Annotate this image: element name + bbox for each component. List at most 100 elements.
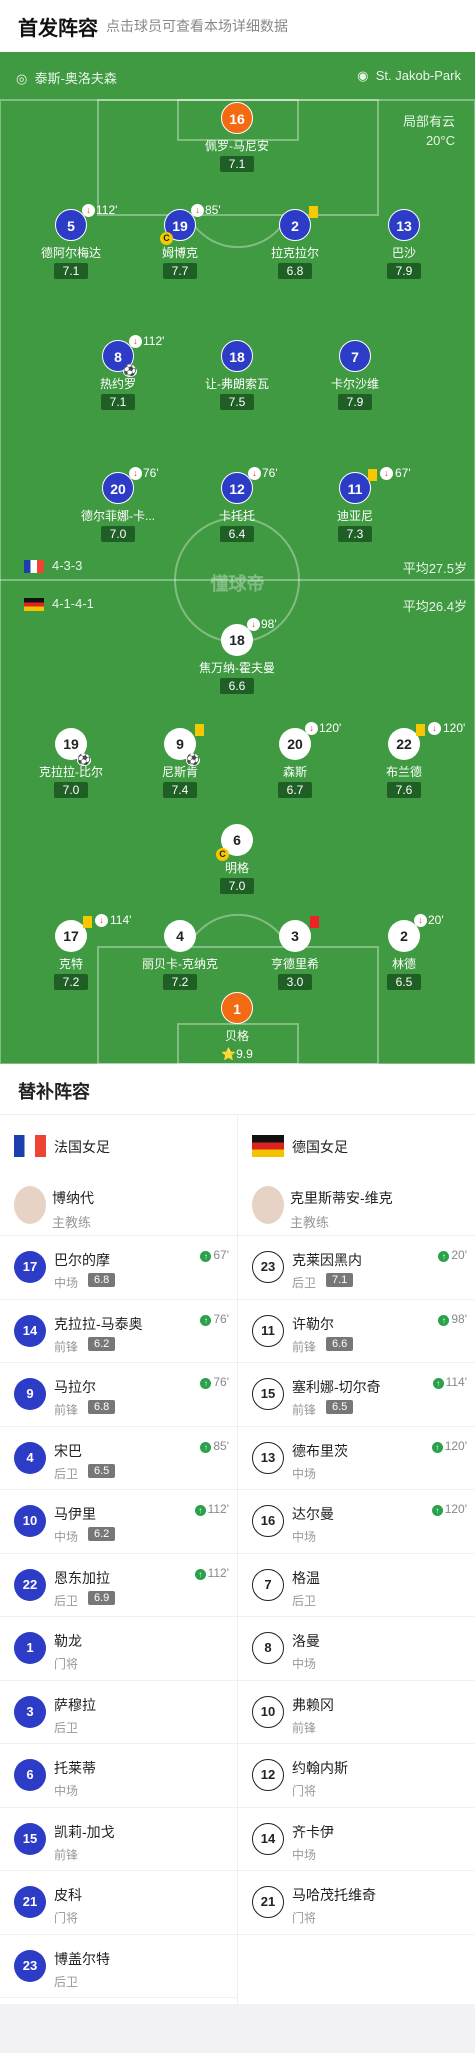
sub-player-row[interactable]: 1 勒龙 门将 [0,1617,237,1681]
sub-in-minute: ↑ 67' [200,1248,229,1262]
sub-player-row[interactable]: 16 达尔曼 中场 ↑ 120' [238,1490,475,1554]
player-number: 3 [14,1695,46,1728]
sub-player-row[interactable]: 22 恩东加拉 后卫 6.9 ↑ 112' [0,1554,237,1617]
home-player[interactable]: 13 巴沙 7.9 [344,209,464,280]
away-player[interactable]: 22 ↓ 120' 布兰德 7.6 [344,721,465,799]
yellow-card-icon [368,469,377,481]
sub-minute: 85' [205,203,221,217]
player-rating: 6.5 [326,1400,354,1414]
player-name: 皮科 [54,1887,82,1903]
player-rating: 7.0 [101,526,135,542]
sub-in-icon: ↑ [200,1378,212,1389]
away-player[interactable]: 4 丽贝卡-克纳克 7.2 [120,920,240,991]
sub-player-row[interactable]: 23 克莱因黑内 后卫 7.1 ↑ 20' [238,1236,475,1300]
sub-player-row[interactable]: 10 马伊里 中场 6.2 ↑ 112' [0,1490,237,1554]
home-player[interactable]: 19 ↓ 85' C 姆博克 7.7 [120,203,240,280]
sub-player-row[interactable]: 15 塞利娜-切尔奇 前锋 6.5 ↑ 114' [238,1363,475,1427]
player-rating: 7.1 [326,1273,354,1287]
away-player[interactable]: 3 亨德里希 3.0 [235,916,355,991]
sub-in-minute-text: 98' [451,1311,467,1326]
player-name: 齐卡伊 [292,1823,334,1840]
sub-player-row[interactable]: 3 萨穆拉 后卫 [0,1681,237,1744]
sub-player-row[interactable]: 13 德布里茨 中场 ↑ 120' [238,1427,475,1490]
sub-player-row[interactable]: 10 弗赖冈 前锋 [238,1681,475,1744]
player-number: 12 [252,1759,284,1791]
player-name: 迪亚尼 [336,509,373,523]
sub-player-row[interactable]: 4 宋巴 后卫 6.5 ↑ 85' [0,1427,237,1490]
home-player[interactable]: 20 ↓ 76' 德尔菲娜-卡... 7.0 [58,466,178,543]
captain-icon: C [216,848,229,861]
player-number: 10 [252,1695,284,1728]
sub-player-row[interactable]: 8 洛曼 中场 [238,1617,475,1681]
sub-player-row[interactable]: 6 托莱蒂 中场 [0,1744,237,1808]
player-name: 焦万纳-霍夫曼 [199,661,275,675]
player-name: 克特 [58,957,83,971]
away-player[interactable]: 18 ↓ 98' 焦万纳-霍夫曼 6.6 [177,617,297,695]
sub-player-row[interactable]: 7 格温 后卫 [238,1554,475,1617]
away-player[interactable]: 20 ↓ 120' 森斯 6.7 [235,721,355,799]
player-name: 马拉尔 [54,1379,96,1395]
player-rating: 6.2 [88,1527,116,1541]
temperature: 20°C [425,133,455,148]
home-player[interactable]: 11 ↓ 67' 迪亚尼 7.3 [295,466,415,543]
sub-player-row[interactable]: 17 巴尔的摩 中场 6.8 ↑ 67' [0,1236,237,1300]
home-avg-age: 平均27.5岁 [402,561,467,576]
player-name: 托莱蒂 [54,1760,96,1776]
sub-player-row[interactable]: 21 马哈茂托维奇 门将 [238,1871,475,1935]
away-player[interactable]: 9 ⚽ 尼斯肯 7.4 [120,724,240,799]
player-number: 14 [14,1314,46,1347]
player-rating: 7.0 [54,782,88,798]
player-rating: 6.7 [278,782,312,798]
sub-minute: 120' [443,721,466,735]
referee-info: ◎ 泰斯-奥洛夫森 [16,68,117,87]
home-player[interactable]: 5 ↓ 112' 德阿尔梅达 7.1 [11,203,131,280]
sub-player-row[interactable]: 11 许勒尔 前锋 6.6 ↑ 98' [238,1300,475,1363]
player-name: 巴尔的摩 [54,1252,110,1268]
sub-player-row[interactable]: 23 博盖尔特 后卫 [0,1935,237,1998]
sub-player-row[interactable]: 9 马拉尔 前锋 6.8 ↑ 76' [0,1363,237,1427]
sub-player-row[interactable]: 14 克拉拉-马泰奥 前锋 6.2 ↑ 76' [0,1300,237,1363]
away-coach[interactable]: 克里斯蒂安-维克 主教练 [238,1174,475,1236]
sub-in-minute: ↑ 112' [194,1502,229,1516]
sub-player-row[interactable]: 12 约翰内斯 门将 [238,1744,475,1808]
home-player[interactable]: 12 ↓ 76' 卡托托 6.4 [177,466,297,543]
player-number: 9 [14,1378,46,1410]
sub-minute: 112' [96,203,118,217]
player-name: 让-弗朗索瓦 [205,377,269,391]
sub-player-row[interactable]: 15 凯莉-加戈 前锋 [0,1808,237,1871]
sub-out-icon: ↓ [248,467,261,480]
player-name: 热约罗 [99,377,136,391]
player-name: 卡托托 [218,509,255,523]
player-number: 10 [14,1505,46,1537]
sub-in-icon: ↑ [432,1378,444,1389]
sub-in-minute: ↑ 114' [432,1375,467,1389]
away-player[interactable]: 6 C 明格 7.0 [177,824,297,895]
away-player[interactable]: 19 ⚽ 克拉拉-比尔 7.0 [11,728,131,799]
player-number: 18 [221,340,253,372]
sub-in-icon: ↑ [194,1568,206,1580]
home-player[interactable]: 16 佩罗-马尼安 7.1 [177,102,297,173]
home-player[interactable]: 7 卡尔沙维 7.9 [295,340,415,411]
away-player[interactable]: 1 贝格 ⭐9.9 [177,992,297,1063]
player-name: 达尔曼 [292,1506,334,1522]
france-flag-icon [14,1135,46,1157]
sub-player-row[interactable]: 21 皮科 门将 [0,1871,237,1935]
stadium-name: St. Jakob-Park [375,68,461,83]
player-number: 23 [252,1251,284,1283]
player-name: 尼斯肯 [161,765,198,779]
home-player[interactable]: 2 拉克拉尔 6.8 [235,206,355,280]
player-name: 约翰内斯 [292,1760,348,1776]
sub-player-row[interactable]: 14 齐卡伊 中场 [238,1808,475,1871]
home-player[interactable]: 18 让-弗朗索瓦 7.5 [177,340,297,411]
home-coach[interactable]: 博纳代 主教练 [0,1174,237,1236]
away-player[interactable]: 17 ↓ 114' 克特 7.2 [11,913,131,991]
player-rating: 6.5 [88,1463,116,1478]
home-player[interactable]: 8 ↓ 112' ⚽ 热约罗 7.1 [58,334,178,411]
sub-in-minute: ↑ 120' [431,1502,467,1516]
player-position: 后卫 [54,1720,79,1735]
player-number: 19 [172,218,188,234]
away-player[interactable]: 2 ↓ 20' 林德 6.5 [344,913,464,991]
sub-out-icon: ↓ [428,722,441,735]
player-rating: 6.6 [326,1336,354,1351]
player-rating: ⭐9.9 [221,1047,253,1061]
